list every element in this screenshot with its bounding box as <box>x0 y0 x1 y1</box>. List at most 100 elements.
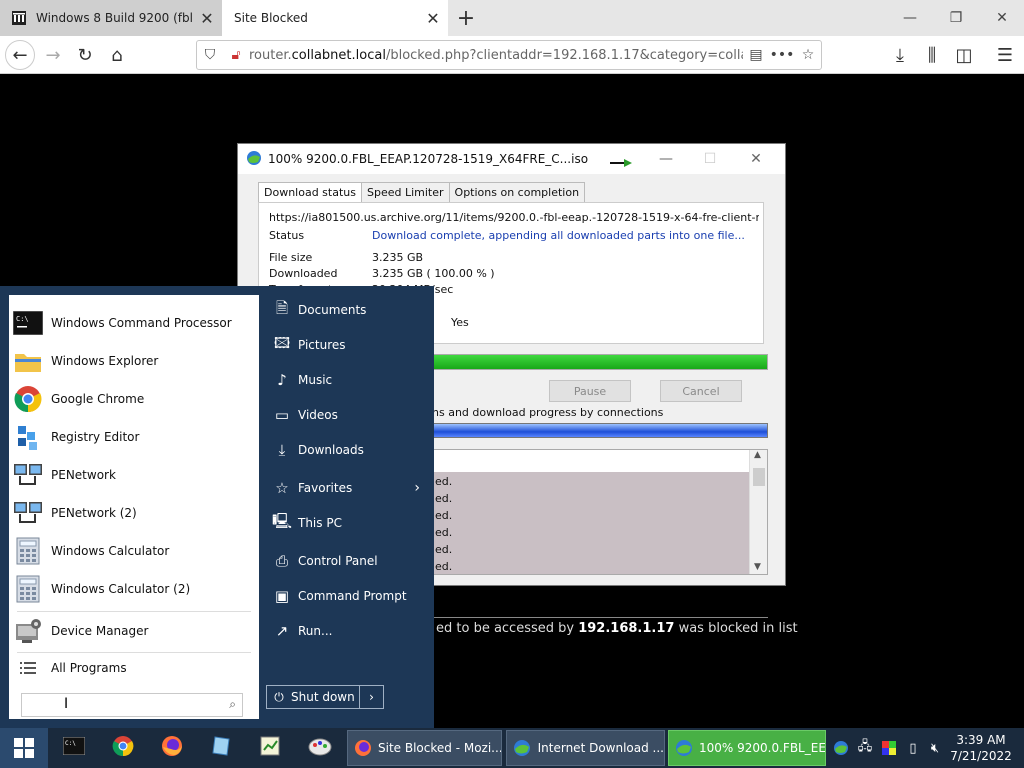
place-control-panel[interactable]: ⎙ Control Panel <box>266 546 426 576</box>
home-button[interactable]: ⌂ <box>102 40 132 70</box>
close-window-icon[interactable]: ✕ <box>979 0 1024 36</box>
start-search-input[interactable]: I ⌕ <box>21 693 243 717</box>
log-line: ed. <box>435 526 453 539</box>
reload-button[interactable]: ↻ <box>70 40 100 70</box>
taskbar-cmd[interactable]: C:\ <box>54 732 94 764</box>
taskbar-notes[interactable] <box>201 732 241 764</box>
pause-button[interactable]: Pause <box>549 380 631 402</box>
list-icon <box>12 652 44 684</box>
status-row: Status Download complete, appending all d… <box>269 229 745 242</box>
program-penetwork-2[interactable]: PENetwork (2) <box>9 495 259 531</box>
program-google-chrome[interactable]: Google Chrome <box>9 381 259 417</box>
restore-icon[interactable]: ❐ <box>933 0 979 36</box>
sidebar-icon[interactable]: ◫ <box>949 40 979 70</box>
reader-view-icon[interactable]: ▤ <box>743 41 769 69</box>
bookmark-star-icon[interactable]: ☆ <box>795 41 821 69</box>
place-documents[interactable]: 🗎︎ Documents <box>266 295 426 325</box>
shutdown-options-arrow[interactable]: › <box>359 686 383 708</box>
tray-network-icon[interactable]: 🖧︎ <box>854 728 876 768</box>
taskbar-chrome[interactable] <box>103 732 143 764</box>
insecure-lock-icon[interactable]: 🔓︎ <box>223 41 249 69</box>
place-this-pc[interactable]: 🖳︎ This PC <box>266 508 426 538</box>
place-run[interactable]: ↗ Run... <box>266 616 426 646</box>
tab-title: Windows 8 Build 9200 (fbl_EEA <box>36 11 192 25</box>
archive-icon <box>10 9 28 27</box>
screen: Windows 8 Build 9200 (fbl_EEA ✕ Site Blo… <box>0 0 1024 768</box>
log-line: ed. <box>435 509 453 522</box>
taskbar-registry-tool[interactable] <box>250 732 290 764</box>
tab-windows8[interactable]: Windows 8 Build 9200 (fbl_EEA ✕ <box>0 0 222 36</box>
folder-icon <box>12 345 44 377</box>
start-button[interactable] <box>0 728 48 768</box>
tab-site-blocked[interactable]: Site Blocked ✕ <box>222 0 448 36</box>
network-icon <box>12 459 44 491</box>
cancel-button[interactable]: Cancel <box>660 380 742 402</box>
calculator-icon <box>12 535 44 567</box>
tray-volume-muted-icon[interactable]: 🔇︎ <box>924 728 946 768</box>
idm-title-bar[interactable]: 100% 9200.0.FBL_EEAP.120728-1519_X64FRE_… <box>238 144 785 174</box>
search-icon[interactable]: ⌕ <box>229 697 236 712</box>
back-button[interactable]: ← <box>5 40 35 70</box>
idm-minimize-icon[interactable]: — <box>644 144 688 174</box>
power-icon: ⏻ <box>274 689 284 704</box>
close-tab-icon[interactable]: ✕ <box>418 9 448 28</box>
idm-title: 100% 9200.0.FBL_EEAP.120728-1519_X64FRE_… <box>268 152 589 166</box>
clock[interactable]: 3:39 AM 7/21/2022 <box>946 732 1016 764</box>
tab-options-on-completion[interactable]: Options on completion <box>448 182 586 202</box>
log-scrollbar[interactable]: ▲ ▼ <box>749 450 767 574</box>
scroll-thumb[interactable] <box>753 468 765 486</box>
idm-close-icon[interactable]: ✕ <box>734 144 778 174</box>
tray-usb-icon[interactable]: ▯ <box>902 728 924 768</box>
registry-icon <box>12 421 44 453</box>
all-programs[interactable]: All Programs <box>9 650 259 686</box>
place-downloads[interactable]: ⤓ Downloads <box>266 435 426 465</box>
downloads-icon[interactable]: ⤓ <box>885 40 915 70</box>
log-line: ed. <box>435 543 453 556</box>
taskbar-firefox[interactable] <box>152 732 192 764</box>
shutdown-button[interactable]: ⏻ Shut down › <box>266 685 384 709</box>
more-actions-icon[interactable]: ••• <box>769 41 795 69</box>
place-command-prompt[interactable]: ▣ Command Prompt <box>266 581 426 611</box>
star-icon: ☆ <box>275 479 289 497</box>
taskbar-firefox-window[interactable]: Site Blocked - Mozi... <box>347 730 502 766</box>
url-bar[interactable]: ⛉ 🔓︎ router.collabnet.local/blocked.php?… <box>196 40 822 70</box>
place-music[interactable]: ♪ Music <box>266 365 426 395</box>
program-windows-explorer[interactable]: Windows Explorer <box>9 343 259 379</box>
close-tab-icon[interactable]: ✕ <box>192 9 222 28</box>
tab-download-status[interactable]: Download status <box>258 182 362 202</box>
taskbar-paint[interactable] <box>300 732 340 764</box>
taskbar-idm-window[interactable]: Internet Download ... <box>506 730 665 766</box>
program-registry-editor[interactable]: Registry Editor <box>9 419 259 455</box>
shield-icon[interactable]: ⛉ <box>197 41 223 69</box>
blocked-message: ed to be accessed by 192.168.1.17 was bl… <box>436 621 798 636</box>
place-pictures[interactable]: 🖾︎ Pictures <box>266 330 426 360</box>
scroll-up-icon[interactable]: ▲ <box>754 450 761 460</box>
menu-icon[interactable]: ☰ <box>990 40 1020 70</box>
scroll-down-icon[interactable]: ▼ <box>754 562 761 572</box>
place-favorites[interactable]: ☆ Favorites › <box>266 473 426 503</box>
new-tab-button[interactable]: + <box>452 4 480 32</box>
log-line: ed. <box>435 492 453 505</box>
program-device-manager[interactable]: Device Manager <box>9 613 259 649</box>
log-line: ed. <box>435 560 453 573</box>
browser-nav-bar: ← → ↻ ⌂ ⛉ 🔓︎ router.collabnet.local/bloc… <box>0 36 1024 74</box>
program-command-processor[interactable]: C:\ Windows Command Processor <box>9 305 259 341</box>
minimize-icon[interactable]: — <box>887 0 933 36</box>
chrome-icon <box>112 735 134 761</box>
library-icon[interactable]: ⫼ <box>917 40 947 70</box>
place-videos[interactable]: ▭ Videos <box>266 400 426 430</box>
tray-idm-icon[interactable] <box>830 728 852 768</box>
program-penetwork[interactable]: PENetwork <box>9 457 259 493</box>
url-text[interactable]: router.collabnet.local/blocked.php?clien… <box>249 48 743 63</box>
tray-color-icon[interactable] <box>878 728 900 768</box>
taskbar-idm-download-window[interactable]: 100% 9200.0.FBL_EE... <box>668 730 826 766</box>
program-windows-calculator[interactable]: Windows Calculator <box>9 533 259 569</box>
firefox-icon <box>354 739 372 757</box>
tab-speed-limiter[interactable]: Speed Limiter <box>360 182 450 202</box>
program-windows-calculator-2[interactable]: Windows Calculator (2) <box>9 571 259 607</box>
picture-icon: 🖾︎ <box>273 333 291 352</box>
svg-text:C:\: C:\ <box>65 740 76 747</box>
forward-button[interactable]: → <box>38 40 68 70</box>
idm-arrow-icon <box>610 156 632 170</box>
resume-capability-value: Yes <box>451 316 469 329</box>
